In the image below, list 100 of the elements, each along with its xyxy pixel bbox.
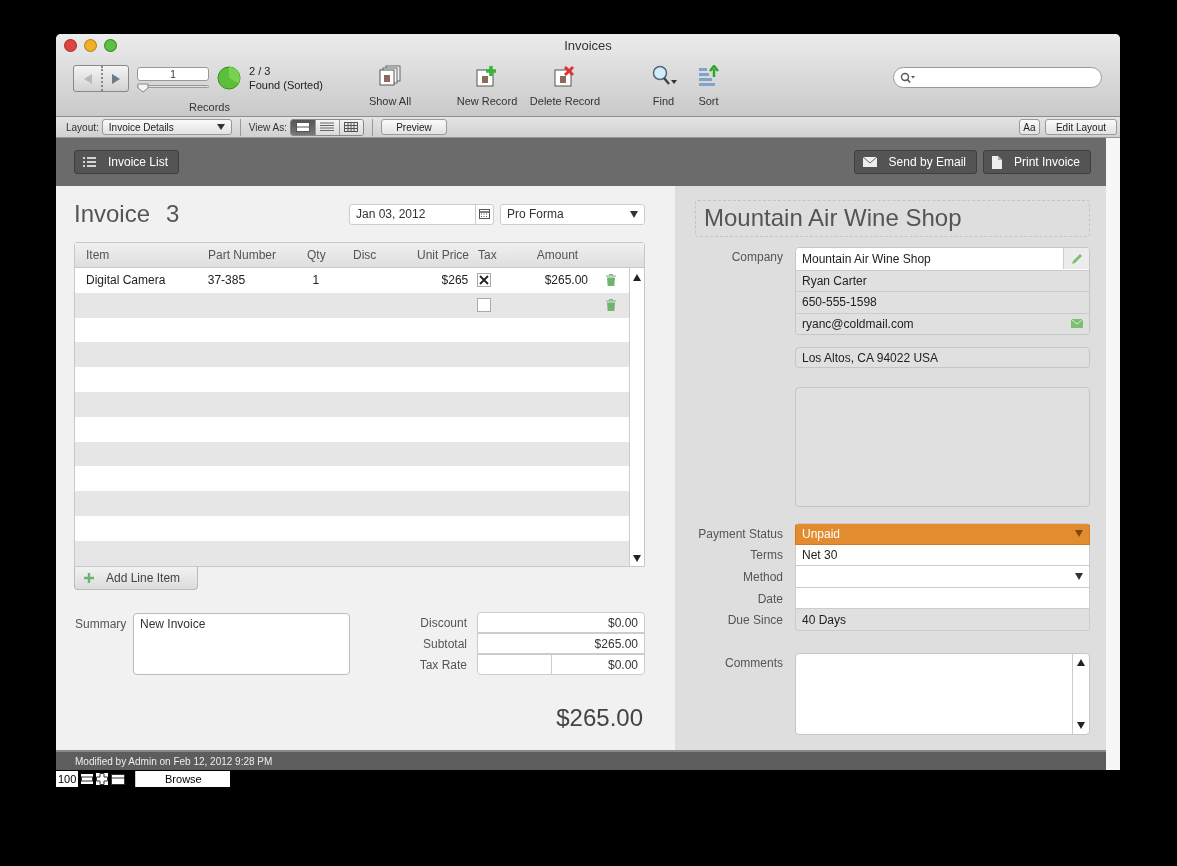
invoice-list-button[interactable]: Invoice List [74,150,180,174]
total-label: Discount [419,616,468,631]
trash-icon[interactable] [605,274,616,287]
status-text: Modified by Admin on Feb 12, 2012 9:28 PM [75,755,273,767]
scrollbar[interactable] [629,268,644,566]
field-label: Due Since [726,613,784,628]
name-field[interactable]: Ryan Carter [796,269,1089,291]
mode-label: Browse [135,771,231,787]
notes-field[interactable] [795,387,1090,507]
form-view-button[interactable] [291,119,315,135]
window-title: Invoices [564,37,612,53]
field-label: Date [756,591,784,606]
field-label: Payment Status [697,526,784,541]
column-header: Qty [306,248,327,262]
layout-label: Layout: [66,121,99,133]
caret-icon [1075,530,1083,538]
form-view-icon [296,122,310,132]
slider-thumb[interactable] [137,83,149,93]
invoice-type-dropdown[interactable]: Pro Forma [500,203,645,225]
search-icon [900,71,916,84]
caret-icon [216,124,225,130]
input-field[interactable]: Net 30 [795,544,1090,567]
field-label: Comments [724,654,784,672]
left-arrow-icon [82,72,93,85]
column-header: Disc [352,248,378,262]
toolbar-toggle-icon[interactable] [111,773,126,785]
print-invoice-button[interactable]: Print Invoice [982,150,1091,174]
table-view-button[interactable] [339,119,363,135]
table-cell-text: 37-385 [206,273,247,288]
total-value: $0.00 [607,657,638,672]
list-icon [83,157,96,167]
table-cell-text: $265 [440,273,470,288]
minimize-button[interactable] [84,39,97,52]
pencil-icon[interactable] [1070,252,1083,265]
caret-icon [630,210,638,218]
view-mode-switch[interactable] [290,118,364,136]
total-value: $265.00 [594,636,638,651]
company-field[interactable]: Mountain Air Wine Shop [796,248,1089,270]
address-field[interactable]: Los Altos, CA 94022 USA [795,347,1090,368]
field-label: Company [730,249,784,266]
email-field[interactable]: ryanc@coldmail.com [796,312,1089,334]
show-all-button[interactable]: Show All [351,65,429,107]
checkbox[interactable] [477,298,492,313]
found-count: 2 / 3 [249,64,272,78]
down-arrow-icon[interactable] [633,554,641,562]
preview-button[interactable]: Preview [381,119,447,135]
close-button[interactable] [64,39,77,52]
envelope-icon [862,157,877,167]
dropdown[interactable] [795,566,1090,588]
zoom-out-icon[interactable] [81,774,94,784]
layout-dropdown[interactable]: Invoice Details [101,119,232,135]
search-field[interactable] [893,67,1102,88]
field-label: Method [741,570,784,584]
delete-record-button[interactable]: Delete Record [526,65,604,107]
up-arrow-icon[interactable] [633,274,641,281]
find-button[interactable]: Find [641,65,686,107]
card-plus-icon [475,65,499,87]
total-label: Subtotal [421,637,468,652]
date-field[interactable]: Jan 03, 2012 [349,203,494,225]
input-field[interactable] [795,587,1090,610]
column-header: Item [85,248,111,262]
up-arrow-icon[interactable] [1077,658,1085,666]
zoom-in-icon[interactable] [96,773,109,785]
sort-icon [696,65,721,87]
document-icon [991,155,1002,169]
list-view-button[interactable] [315,119,339,135]
down-arrow-icon[interactable] [1077,721,1085,729]
checkbox[interactable] [477,273,492,288]
right-arrow-icon [110,72,121,85]
new-record-button[interactable]: New Record [448,65,526,107]
zoom-level: 100 [56,771,79,787]
field-label: Terms [749,548,784,563]
summary-field[interactable]: New Invoice [133,612,350,675]
input-field[interactable]: 40 Days [795,609,1090,631]
trash-icon[interactable] [605,299,616,312]
scrollbar[interactable] [1106,138,1120,770]
list-view-icon [320,122,335,132]
total-label: Tax Rate [418,658,468,673]
table-cell-text: Digital Camera [85,273,167,288]
sort-button[interactable]: Sort [686,65,731,107]
record-slider[interactable] [137,81,209,93]
stacked-cards-icon [378,65,402,87]
invoice-number: 3 [166,200,180,228]
zoom-button[interactable] [104,39,117,52]
caret-icon [1075,573,1083,580]
table-cell-text: $265.00 [543,273,590,288]
edit-layout-button[interactable]: Edit Layout [1044,119,1117,135]
send-email-button[interactable]: Send by Email [853,150,977,174]
table-view-icon [344,122,359,132]
table-cell-text: 1 [311,273,321,288]
comments-field[interactable] [795,652,1090,735]
view-as-label: View As: [248,121,287,133]
add-line-item-button[interactable]: Add Line Item [74,566,198,590]
plus-icon [84,572,94,583]
found-status: Found (Sorted) [249,78,323,92]
record-number-field[interactable]: 1 [137,67,209,81]
font-button[interactable]: Aa [1018,119,1040,135]
records-label: Records [189,101,231,113]
envelope-icon[interactable] [1071,319,1083,329]
invoice-title: Invoice [74,200,151,228]
